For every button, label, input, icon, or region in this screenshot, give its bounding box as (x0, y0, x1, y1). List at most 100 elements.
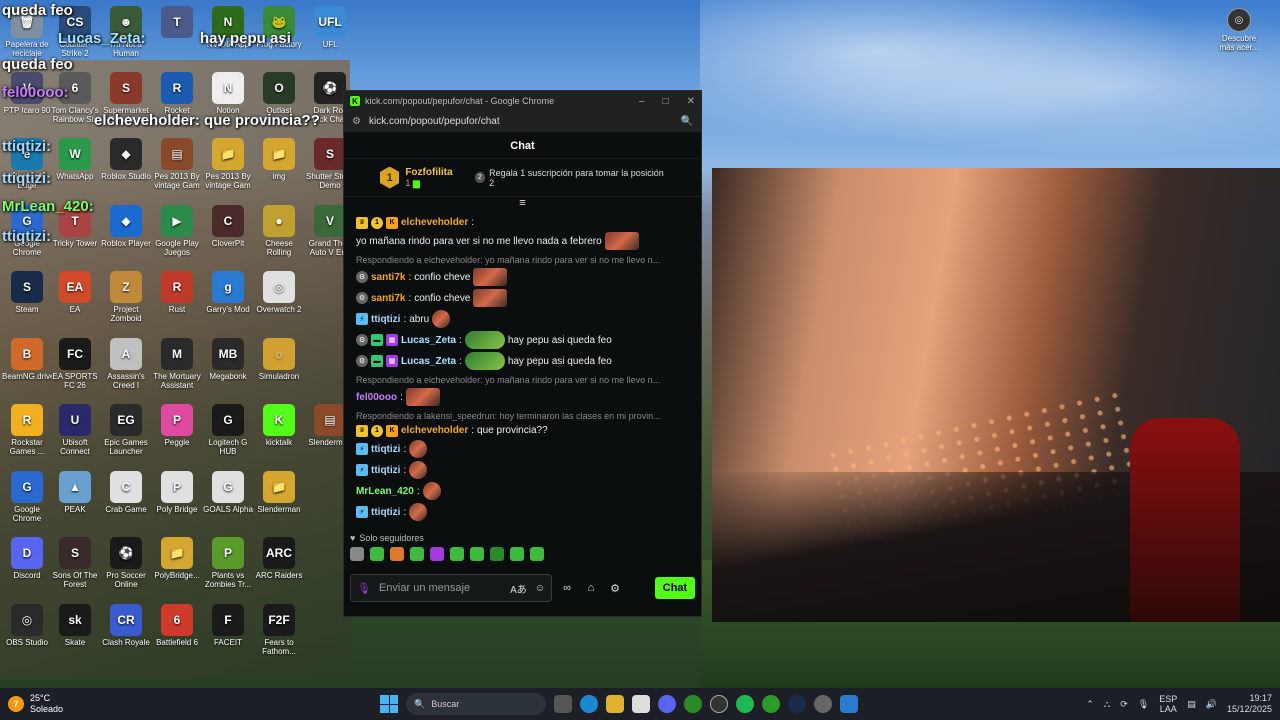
zoom-icon[interactable]: 🔍 (681, 116, 693, 127)
edge-icon[interactable] (580, 695, 598, 713)
chat-message[interactable]: ⚡ ttiqtizi: abru (356, 310, 691, 328)
desktop-icon[interactable]: ◆ Roblox Player (101, 205, 151, 248)
tray-expand-icon[interactable]: ⌃ (1086, 699, 1094, 710)
desktop-icon[interactable]: FC EA SPORTS FC 26 (50, 338, 100, 390)
desktop-icon[interactable]: R Rust (152, 271, 202, 314)
chat-message[interactable]: fel00ooo: (356, 388, 691, 406)
desktop-icon[interactable]: sk Skate (50, 604, 100, 647)
chat-username[interactable]: ttiqtizi (371, 313, 400, 326)
site-settings-icon[interactable]: ⚙ (352, 116, 361, 127)
spotify-icon[interactable] (736, 695, 754, 713)
kick-badge-icon[interactable]: K (386, 424, 398, 437)
sub-badge-icon[interactable]: ⚡ (356, 443, 368, 455)
desktop-icon[interactable]: ☼ Simuladron (254, 338, 304, 381)
emote-icon[interactable] (450, 547, 464, 561)
desktop-icon[interactable]: D Discord (2, 537, 52, 580)
minimize-button[interactable]: – (639, 96, 645, 107)
weather-widget[interactable]: 7 25°C Soleado (8, 693, 63, 715)
emote-image[interactable] (432, 310, 451, 328)
chat-username[interactable]: ttiqtizi (371, 443, 400, 456)
network-icon[interactable]: ⛬ (1104, 699, 1110, 710)
crown-badge-icon[interactable]: ♛ (356, 216, 368, 229)
desktop-icon[interactable]: 📁 Pes 2013 By vintage Gam (203, 138, 253, 190)
desktop-icon[interactable]: F2F Fears to Fathom... (254, 604, 304, 656)
chat-message[interactable]: ⚡ ttiqtizi: (356, 440, 691, 458)
sub-badge-icon[interactable]: ⚡ (356, 506, 368, 518)
desktop-icon[interactable]: S Sons Of The Forest (50, 537, 100, 589)
desktop-icon[interactable]: CR Clash Royale (101, 604, 151, 647)
emote-image[interactable] (422, 482, 441, 500)
emote-icon[interactable] (530, 547, 544, 561)
taskbar-search[interactable]: 🔍 Buscar (406, 693, 546, 715)
chat-username[interactable]: ttiqtizi (371, 506, 400, 519)
emote-image[interactable] (464, 331, 505, 349)
desktop-icon[interactable]: U Ubisoft Connect (50, 404, 100, 456)
emote-image[interactable] (409, 440, 428, 458)
obs-icon[interactable] (710, 695, 728, 713)
discover-widget[interactable]: ◎ Descubre más acer... (1214, 8, 1264, 52)
volume-icon[interactable]: 🔊 (1206, 699, 1217, 710)
desktop-icon[interactable]: W WhatsApp (50, 138, 100, 181)
translate-icon[interactable]: Aあ (510, 581, 527, 596)
num-badge-icon[interactable]: 1 (371, 424, 383, 437)
desktop-icon[interactable]: ⚽ Pro Soccer Online (101, 537, 151, 589)
desktop-icon[interactable]: T (152, 6, 202, 40)
chat-username[interactable]: elcheveholder (401, 216, 468, 229)
sync-icon[interactable]: ⟳ (1120, 699, 1128, 710)
kick-badge-icon[interactable]: K (386, 216, 398, 229)
chat-paused-icon[interactable]: ≡ (344, 197, 701, 211)
desktop-icon[interactable]: R Rockstar Games ... (2, 404, 52, 456)
emote-icon[interactable] (510, 547, 524, 561)
chat-username[interactable]: Lucas_Zeta (401, 334, 456, 347)
emote-image[interactable] (604, 232, 639, 250)
maximize-button[interactable]: □ (663, 96, 669, 107)
xbox-icon[interactable] (762, 695, 780, 713)
desktop-icon[interactable]: F FACEIT (203, 604, 253, 647)
chat-username[interactable]: santi7k (371, 292, 405, 305)
emote-icon[interactable] (430, 547, 444, 561)
chrome-icon[interactable] (684, 695, 702, 713)
address-bar[interactable]: ⚙ kick.com/popout/pepufor/chat 🔍 (344, 111, 701, 133)
chat-username[interactable]: MrLean_420 (356, 485, 414, 498)
chat-message[interactable]: ♛ 1 Kelcheveholder: yo mañana rindo para ve… (356, 216, 691, 250)
quick-emote-bar[interactable] (344, 543, 701, 565)
desktop-icon[interactable]: 6 Battlefield 6 (152, 604, 202, 647)
window-titlebar[interactable]: K kick.com/popout/pepufor/chat - Google … (344, 91, 701, 111)
desktop-icon[interactable]: O Outlast (254, 72, 304, 115)
grn-badge-icon[interactable]: ▬ (371, 334, 383, 346)
emote-image[interactable] (409, 503, 428, 521)
mic-tray-icon[interactable]: 🎙 (1138, 699, 1149, 710)
reply-context[interactable]: Respondiendo a lakensi_speedrun: hoy ter… (356, 411, 691, 421)
file-explorer-icon[interactable] (606, 695, 624, 713)
desktop-icon[interactable]: 📁 PolyBridge... (152, 537, 202, 580)
desktop-icon[interactable]: Kkicktalk (254, 404, 304, 447)
gift-cta[interactable]: 2 Regala 1 suscripción para tomar la pos… (474, 168, 665, 188)
desktop-icon[interactable]: A Assassin's Creed I (101, 338, 151, 390)
emote-image[interactable] (409, 461, 428, 479)
desktop-icon[interactable]: G GOALS Alpha (203, 471, 253, 514)
chat-message[interactable]: ♛ 1 Kelcheveholder: que provincia?? (356, 424, 691, 437)
desktop-icon[interactable]: ▤ Pes 2013 By vintage Gam (152, 138, 202, 190)
chat-username[interactable]: Lucas_Zeta (401, 355, 456, 368)
gray-badge-icon[interactable]: ⚙ (356, 292, 368, 304)
emoji-icon[interactable]: ☺ (535, 583, 545, 594)
desktop-icon[interactable]: ◆ Roblox Studio (101, 138, 151, 181)
desktop-icon[interactable]: P Peggle (152, 404, 202, 447)
leaderboard-banner[interactable]: 1 Fozfofilita 1 ▆ 2 Regala 1 suscripción… (344, 159, 701, 197)
sub-badge-icon[interactable]: ⚡ (356, 313, 368, 325)
gray-badge-icon[interactable]: ⚙ (356, 355, 368, 367)
send-chat-button[interactable]: Chat (655, 577, 695, 599)
emote-image[interactable] (473, 268, 508, 286)
store-app-icon[interactable] (632, 695, 650, 713)
emote-image[interactable] (405, 388, 440, 406)
kick-app-icon[interactable] (840, 695, 858, 713)
chat-message[interactable]: MrLean_420: (356, 482, 691, 500)
emote-icon[interactable] (370, 547, 384, 561)
emote-icon[interactable] (470, 547, 484, 561)
microphone-icon[interactable]: 🎙 (357, 582, 371, 595)
desktop-icon[interactable]: 📁 img (254, 138, 304, 181)
message-input[interactable]: 🎙 Enviar un mensaje Aあ ☺ (350, 574, 552, 602)
chat-message[interactable]: ⚙ santi7k: confio cheve (356, 289, 691, 307)
desktop-icon[interactable]: C CloverPit (203, 205, 253, 248)
desktop-icon[interactable]: S Steam (2, 271, 52, 314)
